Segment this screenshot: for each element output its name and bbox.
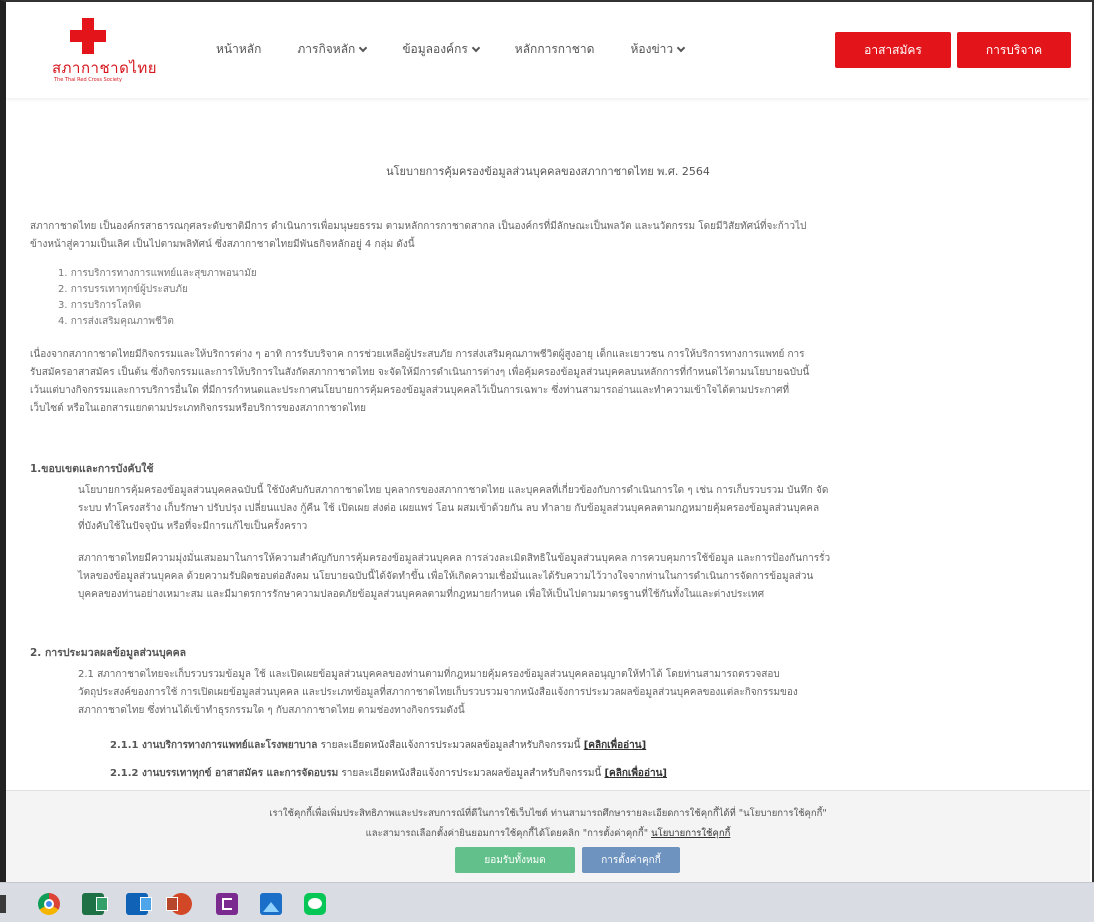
- read-more-link[interactable]: [คลิกเพื่ออ่าน]: [604, 768, 667, 779]
- cookie-line-1: เราใช้คุกกี้เพื่อเพิ่มประสิทธิภาพและประส…: [269, 808, 827, 819]
- item-2-1-1-text: รายละเอียดหนังสือแจ้งการประมวลผลข้อมูลสำ…: [317, 740, 584, 751]
- chevron-down-icon: [471, 43, 481, 52]
- chevron-down-icon: [676, 43, 686, 52]
- photos-icon[interactable]: [260, 893, 282, 915]
- red-cross-icon: [70, 18, 106, 54]
- logo-english-text: The Thai Red Cross Society: [54, 77, 122, 83]
- section1-heading: 1.ขอบเขตและการบังคับใช้: [30, 463, 154, 475]
- text-line: สภากาชาดไทย เป็นองค์กรสาธารณกุศลระดับชาต…: [30, 221, 807, 232]
- text-line: เว้นแต่บางกิจกรรมและการบริการอื่นใด ที่ม…: [30, 385, 790, 396]
- powerpoint-slide: [166, 897, 178, 911]
- text-line: สภากาชาดไทยมีความมุ่งมั่นเสมอมาในการให้ค…: [78, 553, 831, 564]
- excel-sheet: [96, 897, 108, 911]
- nav-home[interactable]: หน้าหลัก: [216, 40, 261, 59]
- text-line: สภากาชาดไทย ซึ่งท่านได้เข้าทำธุรกรรมใด ๆ…: [78, 705, 465, 716]
- read-more-link[interactable]: [คลิกเพื่ออ่าน]: [584, 740, 647, 751]
- text-line: บุคคลของท่านอย่างเหมาะสม และมีมาตรการรัก…: [78, 589, 765, 600]
- nav-home-label: หน้าหลัก: [216, 42, 262, 56]
- line-icon[interactable]: [304, 893, 326, 915]
- taskbar: [0, 882, 1094, 922]
- text-line: 2.1 สภากาชาดไทยจะเก็บรวบรวมข้อมูล ใช้ แล…: [78, 669, 780, 680]
- list-item: 4. การส่งเสริมคุณภาพชีวิต: [58, 316, 174, 327]
- text-line: เนื่องจากสภากาชาดไทยมีกิจกรรมและให้บริกา…: [30, 349, 805, 360]
- onenote-glyph: [222, 898, 232, 910]
- donate-button[interactable]: การบริจาค: [957, 32, 1071, 68]
- text-line: นโยบายการคุ้มครองข้อมูลส่วนบุคคลฉบับนี้ …: [78, 485, 829, 496]
- onenote-icon[interactable]: [216, 893, 238, 915]
- nav-newsroom-label: ห้องข่าว: [630, 42, 674, 56]
- section2-heading: 2. การประมวลผลข้อมูลส่วนบุคคล: [30, 647, 187, 659]
- item-2-1-2: 2.1.2 งานบรรเทาทุกข์ อาสาสมัคร และการจัด…: [110, 766, 667, 781]
- main-nav: หน้าหลัก ภารกิจหลัก ข้อมูลองค์กร หลักการ…: [216, 40, 720, 59]
- photos-mountain: [263, 902, 279, 912]
- text-line: ไหลของข้อมูลส่วนบุคคล ด้วยความรับผิดชอบต…: [78, 571, 814, 582]
- excel-icon[interactable]: [82, 893, 108, 915]
- item-2-1-2-title: 2.1.2 งานบรรเทาทุกข์ อาสาสมัคร และการจัด…: [110, 768, 339, 779]
- item-2-1-1: 2.1.1 งานบริการทางการแพทย์และโรงพยาบาล ร…: [110, 738, 646, 753]
- mission-list: 1. การบริการทางการแพทย์และสุขภาพอนามัย 2…: [58, 266, 257, 330]
- policy-content: นโยบายการคุ้มครองข้อมูลส่วนบุคคลของสภากา…: [6, 100, 1090, 790]
- section2-paragraph: 2.1 สภากาชาดไทยจะเก็บรวบรวมข้อมูล ใช้ แล…: [78, 666, 798, 720]
- cookie-settings-button[interactable]: การตั้งค่าคุกกี้: [582, 847, 680, 873]
- chrome-icon[interactable]: [38, 893, 60, 915]
- item-2-1-2-text: รายละเอียดหนังสือแจ้งการประมวลผลข้อมูลสำ…: [338, 768, 605, 779]
- nav-principles-label: หลักการกาชาด: [514, 42, 595, 56]
- cookie-banner: เราใช้คุกกี้เพื่อเพิ่มประสิทธิภาพและประส…: [6, 790, 1090, 882]
- cookie-line-2-text: และสามารถเลือกตั้งค่ายินยอมการใช้คุกกี้ไ…: [365, 828, 652, 839]
- text-line: ข้างหน้าสู่ความเป็นเลิศ เป็นไปตามพลิทัศน…: [30, 239, 415, 250]
- nav-missions[interactable]: ภารกิจหลัก: [297, 40, 368, 59]
- cookie-line-2: และสามารถเลือกตั้งค่ายินยอมการใช้คุกกี้ไ…: [6, 825, 1090, 843]
- powerpoint-icon[interactable]: [166, 893, 192, 915]
- list-item: 1. การบริการทางการแพทย์และสุขภาพอนามัย: [58, 268, 257, 279]
- page-title: นโยบายการคุ้มครองข้อมูลส่วนบุคคลของสภากา…: [386, 165, 710, 178]
- outlook-envelope: [140, 897, 152, 911]
- list-item: 3. การบริการโลหิต: [58, 300, 142, 311]
- line-bubble: [308, 898, 322, 909]
- chevron-down-icon: [359, 43, 368, 52]
- nav-principles[interactable]: หลักการกาชาด: [515, 40, 595, 59]
- outlook-icon[interactable]: [126, 893, 152, 915]
- list-item: 2. การบรรเทาทุกข์ผู้ประสบภัย: [58, 284, 188, 295]
- nav-missions-label: ภารกิจหลัก: [297, 42, 356, 56]
- nav-organization[interactable]: ข้อมูลองค์กร: [402, 40, 481, 59]
- chrome-center: [44, 899, 54, 909]
- text-line: เว็บไซต์ หรือในเอกสารแยกตามประเภทกิจกรรม…: [30, 403, 366, 414]
- nav-newsroom[interactable]: ห้องข่าว: [630, 40, 686, 59]
- intro-paragraph: สภากาชาดไทย เป็นองค์กรสาธารณกุศลระดับชาต…: [30, 218, 806, 254]
- text-line: วัตถุประสงค์ของการใช้ การเปิดเผยข้อมูลส่…: [78, 687, 798, 698]
- taskbar-edge: [0, 895, 6, 913]
- cookie-policy-link[interactable]: นโยบายการใช้คุกกี้: [651, 828, 730, 839]
- logo[interactable]: สภากาชาดไทย The Thai Red Cross Society: [52, 18, 157, 92]
- section1-paragraph1: นโยบายการคุ้มครองข้อมูลส่วนบุคคลฉบับนี้ …: [78, 482, 828, 536]
- nav-organization-label: ข้อมูลองค์กร: [402, 42, 468, 56]
- section1-paragraph2: สภากาชาดไทยมีความมุ่งมั่นเสมอมาในการให้ค…: [78, 550, 830, 604]
- text-line: ระบบ ทำโครงสร้าง เก็บรักษา ปรับปรุง เปลี…: [78, 503, 820, 514]
- site-header: สภากาชาดไทย The Thai Red Cross Society ห…: [6, 2, 1090, 98]
- activities-paragraph: เนื่องจากสภากาชาดไทยมีกิจกรรมและให้บริกา…: [30, 346, 809, 418]
- text-line: รับสมัครอาสาสมัคร เป็นต้น ซึ่งกิจกรรมและ…: [30, 367, 810, 378]
- volunteer-button[interactable]: อาสาสมัคร: [835, 32, 951, 68]
- text-line: ที่บังคับใช้ในปัจจุบัน หรือที่จะมีการแก้…: [78, 521, 308, 532]
- accept-all-button[interactable]: ยอมรับทั้งหมด: [455, 847, 575, 873]
- item-2-1-1-title: 2.1.1 งานบริการทางการแพทย์และโรงพยาบาล: [110, 740, 318, 751]
